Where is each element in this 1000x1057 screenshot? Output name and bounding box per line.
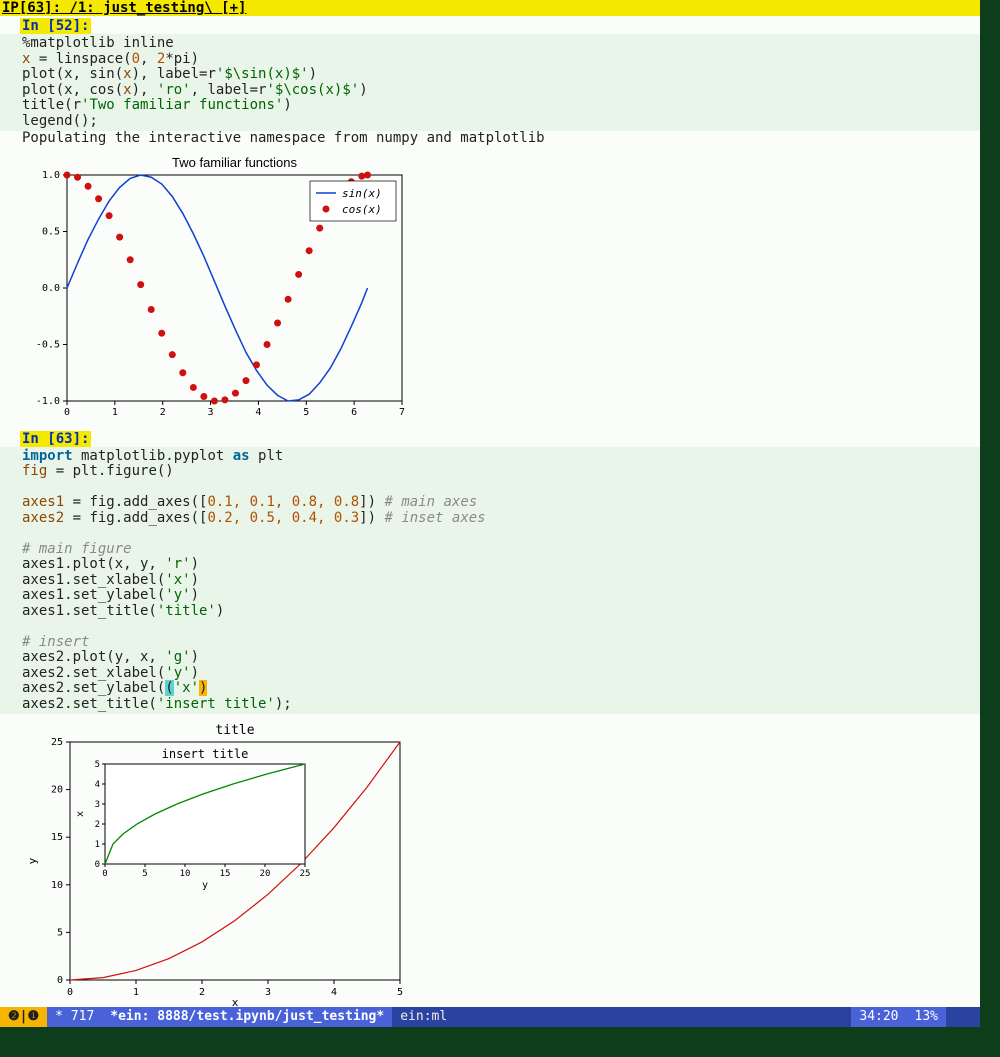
cursor: ( xyxy=(165,680,173,696)
svg-text:0: 0 xyxy=(67,987,73,998)
svg-text:10: 10 xyxy=(51,880,63,891)
chart-2-wrap: title0123450510152025xyinsert title05101… xyxy=(0,714,980,1016)
svg-text:1: 1 xyxy=(133,987,139,998)
cell-52[interactable]: In [52]: %matplotlib inline x = linspace… xyxy=(0,16,980,429)
svg-text:-0.5: -0.5 xyxy=(36,339,60,350)
svg-text:0.0: 0.0 xyxy=(42,283,60,294)
scroll-pct: 13% xyxy=(907,1007,946,1027)
code-block[interactable]: import matplotlib.pyplot as plt fig = pl… xyxy=(0,447,980,715)
chart-1-wrap: Two familiar functions 0 1 2 3 4 5 6 7 -1.0 -0.5 0.… xyxy=(0,147,980,429)
svg-text:25: 25 xyxy=(300,869,311,879)
svg-text:5: 5 xyxy=(95,760,100,770)
mode-indicator: ❷|❶ xyxy=(0,1007,47,1027)
svg-text:Two familiar functions: Two familiar functions xyxy=(172,155,297,170)
window-title: IP[63]: /1: just_testing\ [+] xyxy=(0,0,980,16)
input-prompt: In [52]: xyxy=(20,18,91,34)
svg-text:5: 5 xyxy=(142,869,147,879)
svg-text:20: 20 xyxy=(51,785,63,796)
chart-1: Two familiar functions 0 1 2 3 4 5 6 7 -1.0 -0.5 0.… xyxy=(22,153,412,423)
svg-text:0: 0 xyxy=(102,869,107,879)
svg-text:3: 3 xyxy=(265,987,271,998)
svg-text:1: 1 xyxy=(95,840,100,850)
major-mode: ein:ml xyxy=(392,1007,455,1027)
svg-text:0.5: 0.5 xyxy=(42,226,60,237)
svg-text:1.0: 1.0 xyxy=(42,170,60,181)
svg-text:cos(x): cos(x) xyxy=(342,203,382,216)
svg-text:y: y xyxy=(202,880,208,891)
input-prompt: In [63]: xyxy=(20,431,91,447)
magic-line: %matplotlib inline xyxy=(22,35,174,51)
editor-frame: IP[63]: /1: just_testing\ [+] In [52]: %… xyxy=(0,0,980,1027)
modeline: ❷|❶ * 717 *ein: 8888/test.ipynb/just_tes… xyxy=(0,1007,980,1027)
chart-2: title0123450510152025xyinsert title05101… xyxy=(22,720,412,1010)
svg-text:15: 15 xyxy=(220,869,231,879)
svg-text:y: y xyxy=(26,857,39,864)
svg-text:5: 5 xyxy=(57,927,63,938)
svg-text:0: 0 xyxy=(57,975,63,986)
svg-text:20: 20 xyxy=(260,869,271,879)
svg-text:2: 2 xyxy=(95,820,100,830)
code-block[interactable]: %matplotlib inline x = linspace(0, 2*pi)… xyxy=(0,34,980,131)
buffer-name: *ein: 8888/test.ipynb/just_testing* xyxy=(102,1007,392,1027)
mode-star: * 717 xyxy=(47,1007,102,1027)
svg-text:7: 7 xyxy=(399,407,405,418)
svg-text:0: 0 xyxy=(64,407,70,418)
output-text: Populating the interactive namespace fro… xyxy=(0,131,980,147)
cursor-pos: 34:20 xyxy=(851,1007,906,1027)
notebook-area[interactable]: In [52]: %matplotlib inline x = linspace… xyxy=(0,16,980,1016)
svg-text:3: 3 xyxy=(208,407,214,418)
svg-text:0: 0 xyxy=(95,860,100,870)
svg-text:25: 25 xyxy=(51,737,63,748)
svg-text:x: x xyxy=(75,811,86,817)
svg-text:3: 3 xyxy=(95,800,100,810)
svg-text:4: 4 xyxy=(95,780,100,790)
cell-63[interactable]: In [63]: import matplotlib.pyplot as plt… xyxy=(0,429,980,1017)
svg-text:15: 15 xyxy=(51,832,63,843)
svg-text:1: 1 xyxy=(112,407,118,418)
svg-text:title: title xyxy=(215,723,254,738)
svg-text:4: 4 xyxy=(331,987,337,998)
svg-text:5: 5 xyxy=(303,407,309,418)
svg-text:6: 6 xyxy=(351,407,357,418)
svg-text:2: 2 xyxy=(160,407,166,418)
svg-text:-1.0: -1.0 xyxy=(36,396,60,407)
svg-text:insert title: insert title xyxy=(162,747,249,761)
svg-text:5: 5 xyxy=(397,987,403,998)
svg-text:10: 10 xyxy=(180,869,191,879)
svg-text:4: 4 xyxy=(255,407,261,418)
svg-text:2: 2 xyxy=(199,987,205,998)
svg-text:sin(x): sin(x) xyxy=(342,187,382,200)
